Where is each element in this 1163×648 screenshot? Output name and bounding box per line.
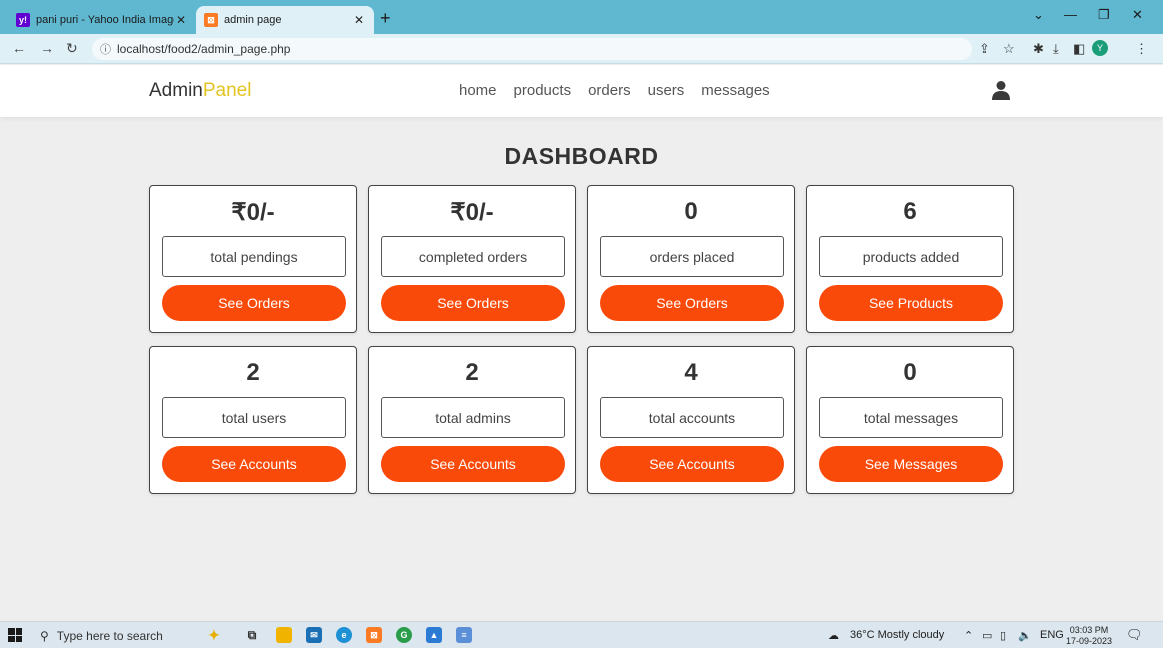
edge-icon[interactable]: e — [336, 627, 352, 643]
card-value: 2 — [465, 359, 479, 386]
clock-time: 03:03 PM — [1069, 625, 1109, 635]
maximize-icon[interactable]: ❐ — [1098, 7, 1110, 23]
sparkle-icon[interactable]: ✦ — [206, 627, 222, 643]
photos-icon[interactable]: ▲ — [426, 627, 442, 643]
minimize-icon[interactable]: — — [1064, 7, 1077, 22]
browser-tab-strip: y! pani puri - Yahoo India Image Se ✕ ⊠ … — [0, 0, 1163, 34]
dashboard-grid: ₹0/- total pendings See Orders ₹0/- comp… — [149, 185, 1015, 494]
tab-title: pani puri - Yahoo India Image Se — [36, 14, 174, 26]
download-icon[interactable]: ⤓ — [1053, 41, 1059, 57]
card-label: products added — [819, 236, 1003, 277]
card-label: total accounts — [600, 397, 784, 438]
tab-title: admin page — [224, 14, 282, 26]
logo-main: Admin — [149, 80, 203, 101]
tab-search-icon[interactable]: ⌄ — [1033, 7, 1044, 23]
url-text: localhost/food2/admin_page.php — [117, 42, 291, 56]
notepad-icon[interactable]: ≡ — [456, 627, 472, 643]
reload-icon[interactable]: ↻ — [66, 40, 78, 57]
weather-icon: ☁ — [828, 630, 839, 642]
card-value: ₹0/- — [450, 199, 494, 226]
card-completed-orders: ₹0/- completed orders See Orders — [368, 185, 576, 333]
file-explorer-icon[interactable] — [276, 627, 292, 643]
profile-avatar[interactable]: Y — [1092, 40, 1108, 56]
chevron-up-icon[interactable]: ⌃ — [964, 629, 973, 642]
card-label: orders placed — [600, 236, 784, 277]
info-icon[interactable]: ⓘ — [100, 41, 111, 57]
new-tab-icon[interactable]: + — [380, 9, 391, 27]
xampp-taskbar-icon[interactable]: ⊠ — [366, 627, 382, 643]
sidepanel-icon[interactable]: ◧ — [1073, 41, 1085, 57]
see-accounts-button[interactable]: See Accounts — [381, 446, 565, 482]
card-value: 0 — [903, 359, 917, 386]
card-value: 2 — [246, 359, 260, 386]
user-icon[interactable] — [991, 80, 1011, 100]
taskbar-search[interactable]: ⚲ Type here to search — [32, 623, 192, 648]
card-total-pendings: ₹0/- total pendings See Orders — [149, 185, 357, 333]
see-accounts-button[interactable]: See Accounts — [600, 446, 784, 482]
clock-date: 17-09-2023 — [1066, 636, 1113, 646]
xampp-icon: ⊠ — [204, 13, 218, 27]
card-value: 6 — [903, 198, 917, 225]
card-label: total pendings — [162, 236, 346, 277]
card-label: total messages — [819, 397, 1003, 438]
card-label: total admins — [381, 397, 565, 438]
see-products-button[interactable]: See Products — [819, 285, 1003, 321]
network-icon[interactable]: ▭ — [982, 629, 992, 642]
logo[interactable]: AdminPanel — [149, 80, 251, 102]
card-label: total users — [162, 397, 346, 438]
card-label: completed orders — [381, 236, 565, 277]
see-orders-button[interactable]: See Orders — [600, 285, 784, 321]
share-icon[interactable]: ⇪ — [979, 41, 990, 57]
card-total-admins: 2 total admins See Accounts — [368, 346, 576, 494]
weather-text[interactable]: 36°C Mostly cloudy — [850, 629, 944, 641]
card-value: ₹0/- — [231, 199, 275, 226]
tab-admin-page[interactable]: ⊠ admin page ✕ — [196, 6, 374, 34]
clock[interactable]: 03:03 PM 17-09-2023 — [1066, 625, 1112, 647]
battery-icon[interactable]: ▯ — [1000, 629, 1006, 642]
card-total-accounts: 4 total accounts See Accounts — [587, 346, 795, 494]
main-nav: home products orders users messages — [459, 82, 770, 99]
menu-icon[interactable]: ⋮ — [1135, 41, 1148, 57]
card-products-added: 6 products added See Products — [806, 185, 1014, 333]
extensions-icon[interactable]: ✱ — [1033, 41, 1044, 57]
nav-home[interactable]: home — [459, 82, 497, 99]
card-orders-placed: 0 orders placed See Orders — [587, 185, 795, 333]
close-icon[interactable]: ✕ — [352, 13, 366, 27]
see-accounts-button[interactable]: See Accounts — [162, 446, 346, 482]
language-indicator[interactable]: ENG — [1040, 629, 1064, 641]
volume-icon[interactable]: 🔈 — [1018, 629, 1032, 642]
address-bar: ← → ↻ ⓘ localhost/food2/admin_page.php ⇪… — [0, 34, 1163, 64]
task-view-icon[interactable]: ⧉ — [244, 627, 260, 643]
card-total-users: 2 total users See Accounts — [149, 346, 357, 494]
see-orders-button[interactable]: See Orders — [162, 285, 346, 321]
windows-taskbar: ⚲ Type here to search ✦ ⧉ ✉ e ⊠ G ▲ ≡ ☁ … — [0, 621, 1163, 648]
url-input[interactable]: ⓘ localhost/food2/admin_page.php — [92, 38, 972, 60]
back-icon[interactable]: ← — [12, 40, 26, 56]
yahoo-icon: y! — [16, 13, 30, 27]
close-icon[interactable]: ✕ — [174, 13, 188, 27]
forward-icon[interactable]: → — [40, 40, 54, 56]
see-orders-button[interactable]: See Orders — [381, 285, 565, 321]
page-title: DASHBOARD — [504, 143, 659, 169]
windows-start-icon[interactable] — [8, 628, 22, 642]
mail-icon[interactable]: ✉ — [306, 627, 322, 643]
logo-accent: Panel — [202, 80, 252, 101]
nav-orders[interactable]: orders — [588, 82, 631, 99]
card-value: 0 — [684, 198, 698, 225]
card-total-messages: 0 total messages See Messages — [806, 346, 1014, 494]
nav-users[interactable]: users — [648, 82, 685, 99]
nav-messages[interactable]: messages — [701, 82, 769, 99]
card-value: 4 — [684, 359, 698, 386]
search-icon: ⚲ — [40, 628, 49, 643]
star-icon[interactable]: ☆ — [1003, 41, 1015, 57]
search-placeholder: Type here to search — [56, 628, 163, 643]
tab-yahoo-search[interactable]: y! pani puri - Yahoo India Image Se ✕ — [8, 6, 196, 34]
chrome-icon[interactable]: G — [396, 627, 412, 643]
notification-icon[interactable]: 🗨 — [1126, 627, 1143, 643]
see-messages-button[interactable]: See Messages — [819, 446, 1003, 482]
window-close-icon[interactable]: ✕ — [1132, 7, 1143, 23]
app-header: AdminPanel home products orders users me… — [0, 65, 1163, 117]
nav-products[interactable]: products — [514, 82, 572, 99]
